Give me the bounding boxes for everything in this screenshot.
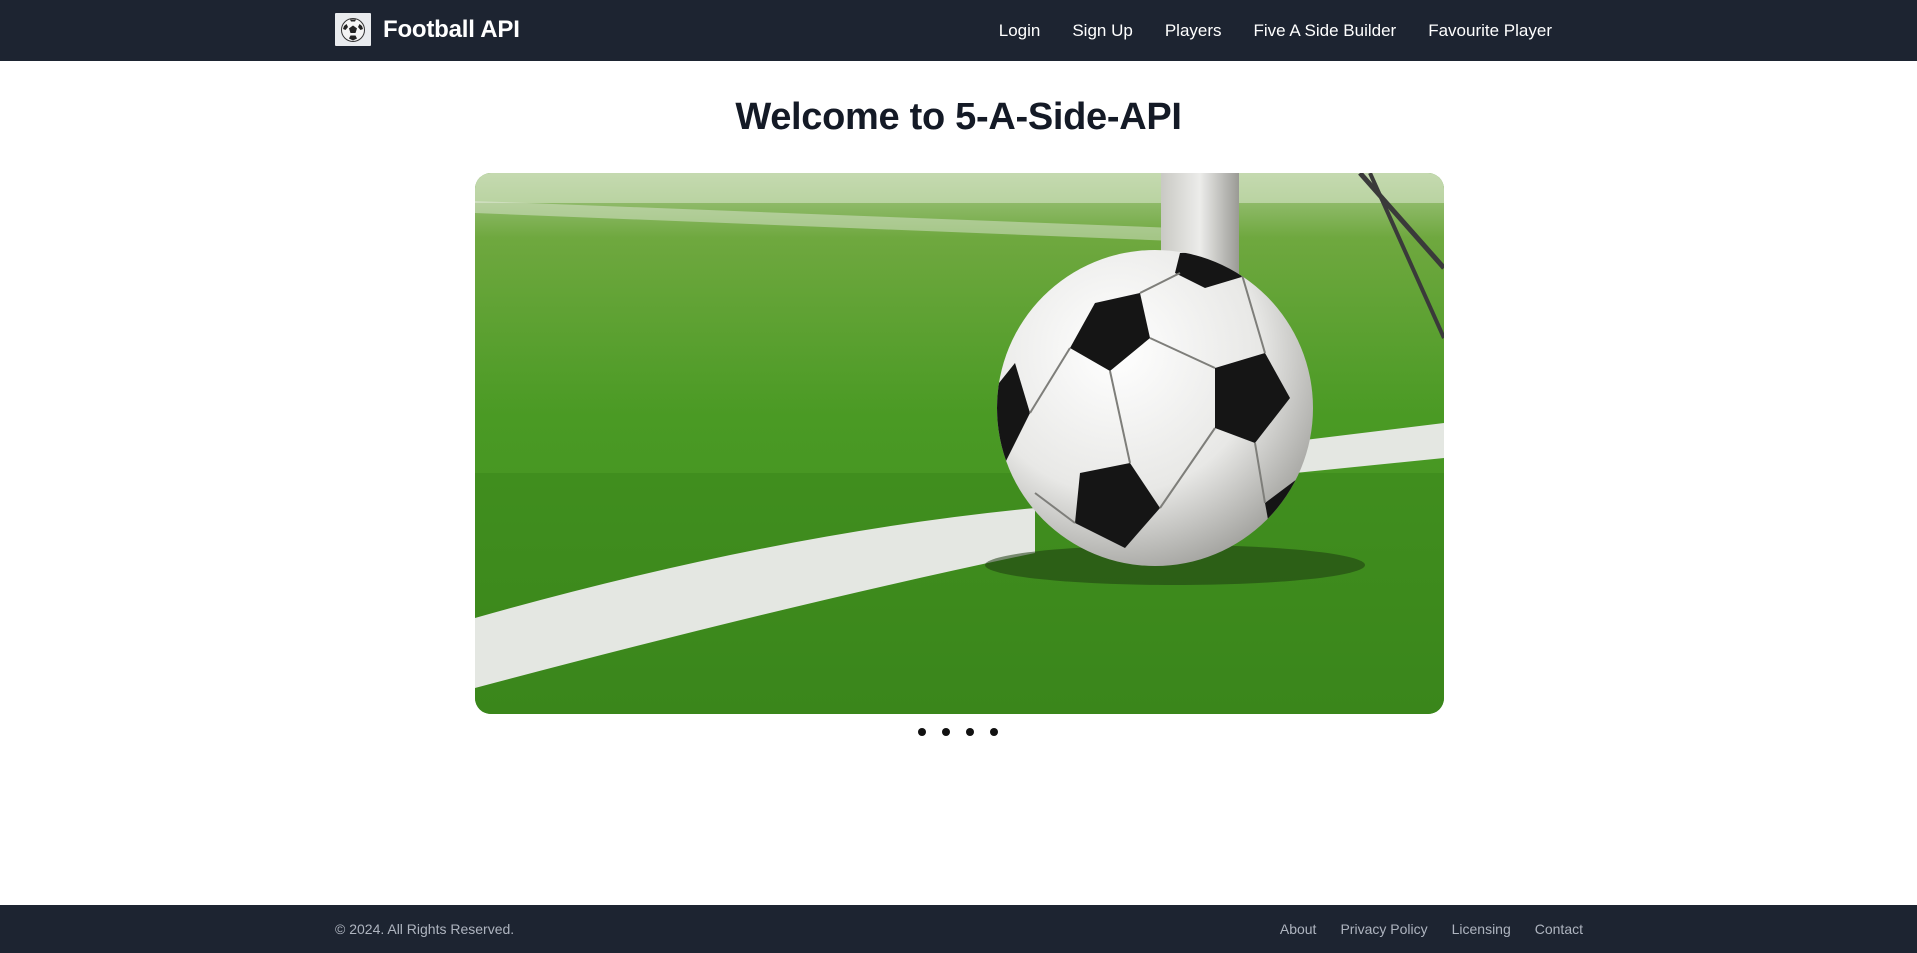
nav-login[interactable]: Login: [999, 21, 1041, 41]
brand-name: Football API: [383, 15, 520, 43]
brand-link[interactable]: Football API: [335, 13, 520, 46]
carousel-dot-4[interactable]: [990, 728, 998, 736]
page-footer: © 2024. All Rights Reserved. About Priva…: [0, 905, 1917, 953]
footer-link-privacy-policy[interactable]: Privacy Policy: [1340, 921, 1427, 937]
nav-favourite-player[interactable]: Favourite Player: [1428, 21, 1552, 41]
main-nav: Login Sign Up Players Five A Side Builde…: [999, 0, 1552, 61]
footer-link-contact[interactable]: Contact: [1535, 921, 1583, 937]
footer-nav: About Privacy Policy Licensing Contact: [1280, 905, 1583, 953]
image-carousel[interactable]: [475, 173, 1444, 714]
soccer-ball-icon: [335, 13, 371, 46]
soccer-ball-on-grass-image: [475, 173, 1444, 714]
nav-five-a-side-builder[interactable]: Five A Side Builder: [1254, 21, 1397, 41]
footer-link-licensing[interactable]: Licensing: [1452, 921, 1511, 937]
nav-sign-up[interactable]: Sign Up: [1072, 21, 1132, 41]
carousel-dot-2[interactable]: [942, 728, 950, 736]
page-title: Welcome to 5-A-Side-API: [735, 96, 1182, 138]
carousel-dot-3[interactable]: [966, 728, 974, 736]
copyright-text: © 2024. All Rights Reserved.: [335, 921, 515, 937]
footer-link-about[interactable]: About: [1280, 921, 1317, 937]
carousel-dot-1[interactable]: [918, 728, 926, 736]
nav-players[interactable]: Players: [1165, 21, 1222, 41]
top-navbar: Football API Login Sign Up Players Five …: [0, 0, 1917, 61]
carousel-indicators: [918, 728, 998, 736]
